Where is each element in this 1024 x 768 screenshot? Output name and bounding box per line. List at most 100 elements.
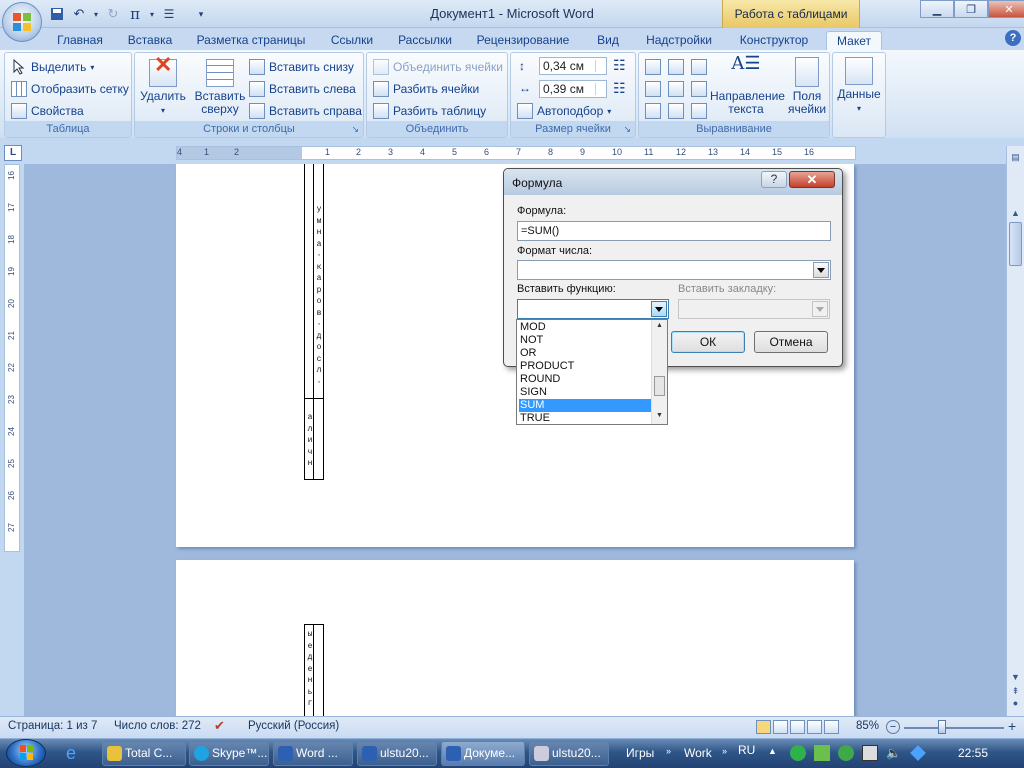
taskbar-item-document[interactable]: Докуме... <box>441 741 525 766</box>
dialog-help-icon[interactable]: ? <box>761 171 787 188</box>
align-bottom-center-icon[interactable] <box>668 103 684 119</box>
insert-below-button[interactable]: Вставить снизу <box>249 59 354 75</box>
zoom-level[interactable]: 85% <box>856 720 879 732</box>
taskbar-item-ulstu-1[interactable]: ulstu20... <box>357 741 437 766</box>
expand-tray-icon[interactable]: ▲ <box>768 746 777 756</box>
cell-margins-button[interactable]: Поля ячейки <box>785 57 829 116</box>
taskbar-item-skype[interactable]: Skype™... <box>189 741 269 766</box>
function-list[interactable]: MOD NOT OR PRODUCT ROUND SIGN SUM TRUE ▲… <box>516 319 668 425</box>
distribute-columns-icon[interactable]: ☷ <box>613 80 626 97</box>
show-grid-button[interactable]: Отобразить сетку <box>11 81 129 97</box>
align-top-center-icon[interactable] <box>668 59 684 75</box>
text-direction-button[interactable]: A☰ Направление текста <box>709 55 785 116</box>
row-height-input[interactable]: 0,34 см <box>539 57 607 75</box>
language-indicator[interactable]: Русский (Россия) <box>248 720 339 732</box>
spelling-check-icon[interactable]: ✔ <box>214 718 225 734</box>
number-format-select[interactable] <box>517 260 831 280</box>
scroll-up-icon[interactable]: ▲ <box>1009 206 1022 220</box>
antivirus-icon[interactable] <box>838 745 854 761</box>
autofit-button[interactable]: Автоподбор ▾ <box>517 103 611 119</box>
toolbar-work[interactable]: Work <box>684 746 712 760</box>
zoom-out-icon[interactable]: − <box>886 720 900 734</box>
align-middle-center-icon[interactable] <box>668 81 684 97</box>
select-button[interactable]: Выделить ▾ <box>11 59 94 75</box>
minimize-icon[interactable]: ▁ <box>920 0 954 18</box>
volume-icon[interactable]: 🔈 <box>886 746 901 760</box>
outline-icon[interactable] <box>807 720 822 734</box>
utorrent-icon[interactable] <box>790 745 806 761</box>
insert-function-select[interactable] <box>517 299 669 319</box>
dialog-close-icon[interactable]: ✕ <box>789 171 835 188</box>
function-list-item-selected[interactable]: SUM <box>519 399 652 412</box>
properties-button[interactable]: Свойства <box>11 103 84 119</box>
full-screen-reading-icon[interactable] <box>773 720 788 734</box>
function-list-item[interactable]: NOT <box>519 334 652 347</box>
internet-explorer-icon[interactable]: e <box>66 743 76 764</box>
zoom-slider[interactable] <box>904 727 1004 729</box>
taskbar-item-word[interactable]: Word ... <box>273 741 353 766</box>
tab-references[interactable]: Ссылки <box>324 31 380 50</box>
close-window-icon[interactable]: ✕ <box>988 0 1024 18</box>
restore-icon[interactable]: ❐ <box>954 0 988 18</box>
web-layout-icon[interactable] <box>790 720 805 734</box>
cancel-button[interactable]: Отмена <box>754 331 828 353</box>
tab-layout[interactable]: Макет <box>826 31 882 51</box>
align-top-right-icon[interactable] <box>691 59 707 75</box>
delete-button[interactable]: ✕ Удалить ▾ <box>137 54 189 117</box>
browse-object-icon[interactable]: ● <box>1009 696 1022 710</box>
dialog-launcher-icon[interactable]: ↘ <box>351 121 359 137</box>
page-2[interactable]: ыеденьг <box>176 560 854 716</box>
language-bar[interactable]: RU <box>738 743 755 757</box>
scroll-up-icon[interactable]: ▲ <box>656 322 663 329</box>
chevron-icon[interactable]: » <box>666 746 671 756</box>
ok-button[interactable]: ОК <box>671 331 745 353</box>
office-button[interactable] <box>2 2 42 42</box>
function-list-item[interactable]: OR <box>519 347 652 360</box>
split-cells-button[interactable]: Разбить ячейки <box>373 81 479 97</box>
scroll-down-icon[interactable]: ▼ <box>656 412 663 419</box>
align-bottom-right-icon[interactable] <box>691 103 707 119</box>
network-tray-icon[interactable] <box>814 745 830 761</box>
align-middle-right-icon[interactable] <box>691 81 707 97</box>
page-indicator[interactable]: Страница: 1 из 7 <box>8 720 97 732</box>
dialog-launcher-icon[interactable]: ↘ <box>623 121 631 137</box>
function-list-item[interactable]: TRUE <box>519 412 652 424</box>
draft-icon[interactable] <box>824 720 839 734</box>
display-icon[interactable] <box>862 745 878 761</box>
help-icon[interactable]: ? <box>1005 30 1021 46</box>
toolbar-games[interactable]: Игры <box>626 746 654 760</box>
taskbar-item-ulstu-2[interactable]: ulstu20... <box>529 741 609 766</box>
function-list-item[interactable]: MOD <box>519 321 652 334</box>
function-list-item[interactable]: ROUND <box>519 373 652 386</box>
align-bottom-left-icon[interactable] <box>645 103 661 119</box>
formula-input[interactable]: =SUM() <box>517 221 831 241</box>
zoom-in-icon[interactable]: + <box>1008 718 1016 734</box>
align-middle-left-icon[interactable] <box>645 81 661 97</box>
tab-review[interactable]: Рецензирование <box>470 31 576 50</box>
scrollbar-thumb[interactable] <box>654 376 665 396</box>
insert-bookmark-select[interactable] <box>678 299 830 319</box>
tab-view[interactable]: Вид <box>588 31 628 50</box>
tab-design[interactable]: Конструктор <box>730 31 818 50</box>
horizontal-ruler[interactable]: 4 1 2 1 2 3 4 5 6 7 8 9 10 11 12 13 14 15 16 <box>176 146 856 160</box>
clock[interactable]: 22:55 <box>958 746 988 760</box>
scroll-down-icon[interactable]: ▼ <box>1009 670 1022 684</box>
data-button[interactable]: Данные ▾ <box>835 57 883 115</box>
split-table-button[interactable]: Разбить таблицу <box>373 103 486 119</box>
dropdown-arrow-icon[interactable] <box>651 301 667 317</box>
word-count[interactable]: Число слов: 272 <box>114 720 201 732</box>
tab-addins[interactable]: Надстройки <box>640 31 718 50</box>
distribute-rows-icon[interactable]: ☷ <box>613 57 626 74</box>
insert-right-button[interactable]: Вставить справа <box>249 103 362 119</box>
function-list-scrollbar[interactable]: ▲ ▼ <box>651 320 667 424</box>
start-button[interactable] <box>6 739 46 767</box>
chevron-icon[interactable]: » <box>722 746 727 756</box>
taskbar-item-total-commander[interactable]: Total C... <box>102 741 186 766</box>
print-layout-icon[interactable] <box>756 720 771 734</box>
vertical-scrollbar[interactable]: ▤ ▲ ▼ ⇞ ● <box>1006 146 1024 716</box>
tab-mailings[interactable]: Рассылки <box>392 31 458 50</box>
scrollbar-thumb[interactable] <box>1009 222 1022 266</box>
tab-selector-icon[interactable]: L <box>4 145 22 161</box>
zoom-slider-thumb[interactable] <box>938 720 946 734</box>
insert-left-button[interactable]: Вставить слева <box>249 81 356 97</box>
